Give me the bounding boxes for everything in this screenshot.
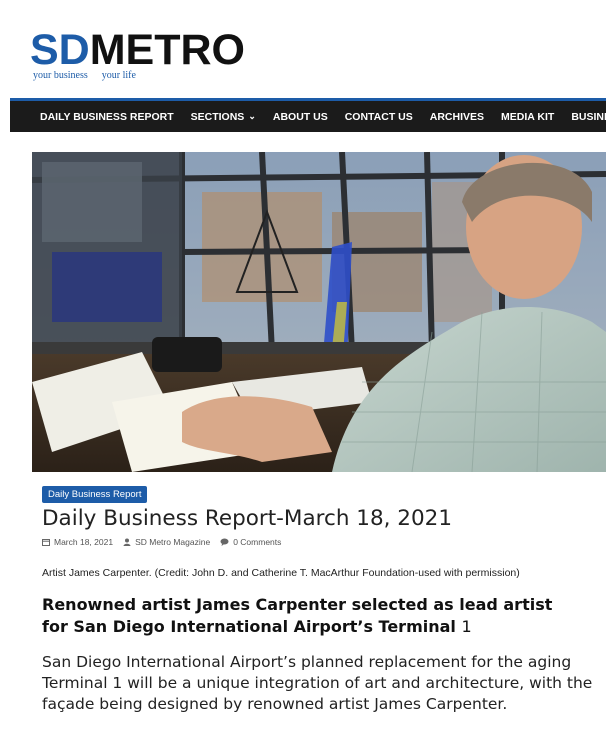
logo-sd: SD xyxy=(30,26,90,74)
nav-about-us[interactable]: ABOUT US xyxy=(264,101,336,132)
nav-label: ARCHIVES xyxy=(429,110,485,123)
logo-metro: METRO xyxy=(89,26,246,74)
article-meta: March 18, 2021 SD Metro Magazine 0 Comme… xyxy=(42,537,281,547)
nav-label: SECTIONS xyxy=(190,110,245,123)
headline-line-2: for San Diego International Airport’s Te… xyxy=(42,617,456,636)
main-nav: DAILY BUSINESS REPORT SECTIONS ⌄ ABOUT US… xyxy=(10,98,606,132)
meta-comments-text: 0 Comments xyxy=(233,537,282,547)
nav-contact-us[interactable]: CONTACT US xyxy=(336,101,421,132)
article-body: San Diego International Airport’s planne… xyxy=(42,653,593,713)
chevron-down-icon: ⌄ xyxy=(248,111,256,121)
page: SD METRO your business your life DAILY BU… xyxy=(10,0,606,755)
site-logo[interactable]: SD METRO your business your life xyxy=(30,26,246,82)
logo-wordmark[interactable]: SD METRO xyxy=(30,26,246,74)
nav-sections[interactable]: SECTIONS ⌄ xyxy=(182,101,264,132)
article-headline: Renowned artist James Carpenter selected… xyxy=(42,594,582,638)
nav-label: MEDIA KIT xyxy=(501,110,555,123)
user-icon xyxy=(123,538,131,546)
headline-terminal-number: 1 xyxy=(461,617,472,636)
calendar-icon xyxy=(42,539,50,546)
meta-date-text: March 18, 2021 xyxy=(54,537,114,547)
meta-author[interactable]: SD Metro Magazine xyxy=(123,537,210,547)
nav-daily-business-report[interactable]: DAILY BUSINESS REPORT xyxy=(10,101,182,132)
nav-label: BUSINESS DIREC xyxy=(571,110,606,123)
article-title: Daily Business Report-March 18, 2021 xyxy=(42,506,453,531)
image-caption: Artist James Carpenter. (Credit: John D.… xyxy=(42,567,520,579)
nav-media-kit[interactable]: MEDIA KIT xyxy=(493,101,563,132)
tagline-business: your business xyxy=(33,70,88,81)
featured-photo-artist xyxy=(32,152,606,472)
headline-line-1: Renowned artist James Carpenter selected… xyxy=(42,595,553,614)
meta-author-text: SD Metro Magazine xyxy=(135,537,211,547)
category-badge[interactable]: Daily Business Report xyxy=(42,486,148,503)
nav-archives[interactable]: ARCHIVES xyxy=(421,101,492,132)
meta-comments[interactable]: 0 Comments xyxy=(220,537,281,547)
meta-date[interactable]: March 18, 2021 xyxy=(42,537,113,547)
comment-icon xyxy=(220,538,229,546)
tagline-life: your life xyxy=(101,70,136,81)
nav-label: DAILY BUSINESS REPORT xyxy=(40,110,174,123)
nav-business-directory[interactable]: BUSINESS DIREC xyxy=(563,101,606,132)
nav-label: CONTACT US xyxy=(344,110,413,123)
nav-label: ABOUT US xyxy=(272,110,328,123)
featured-image xyxy=(32,152,606,472)
